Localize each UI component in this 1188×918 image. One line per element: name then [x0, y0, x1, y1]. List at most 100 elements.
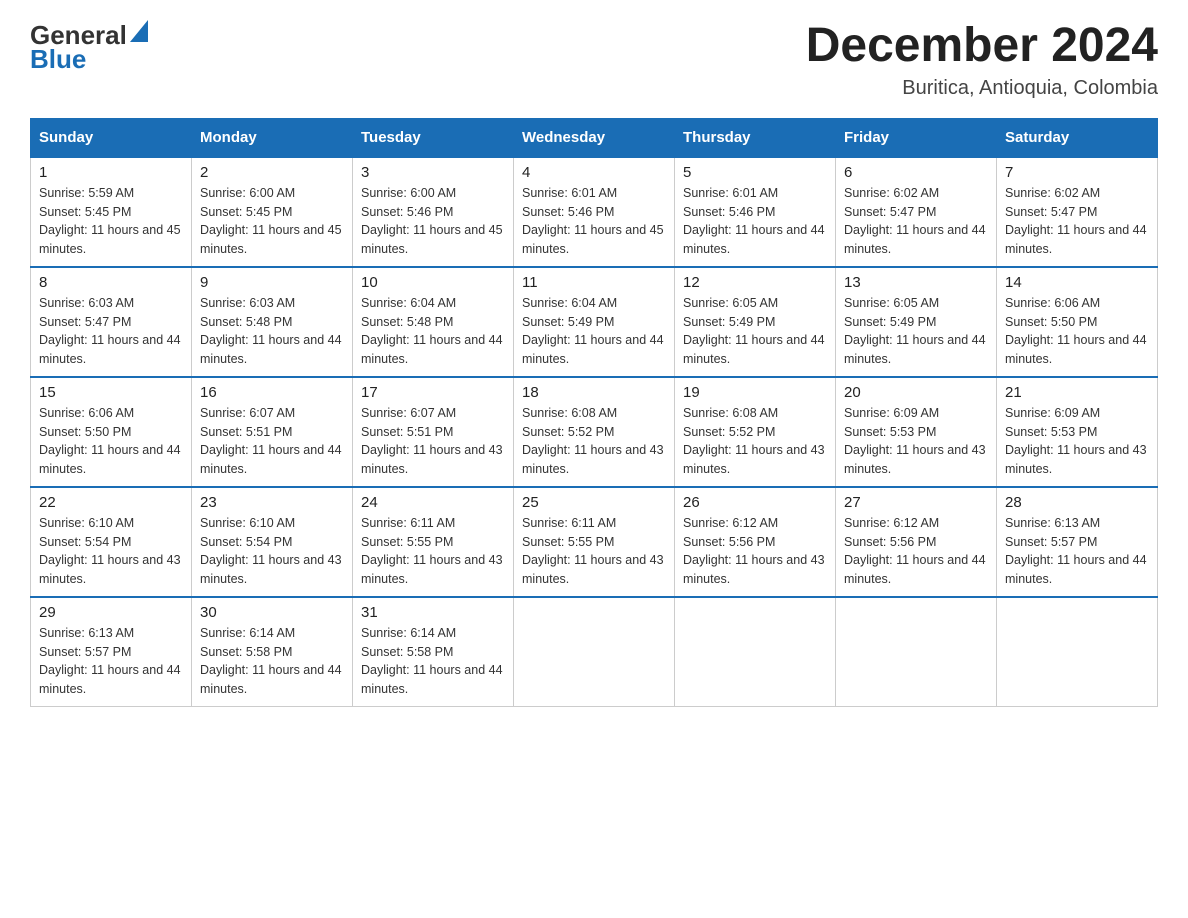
day-info: Sunrise: 6:11 AMSunset: 5:55 PMDaylight:…: [522, 514, 666, 589]
day-info: Sunrise: 6:00 AMSunset: 5:45 PMDaylight:…: [200, 184, 344, 259]
day-number: 18: [522, 384, 666, 401]
calendar-cell: 18 Sunrise: 6:08 AMSunset: 5:52 PMDaylig…: [514, 377, 675, 487]
day-info: Sunrise: 6:04 AMSunset: 5:49 PMDaylight:…: [522, 294, 666, 369]
day-info: Sunrise: 6:13 AMSunset: 5:57 PMDaylight:…: [1005, 514, 1149, 589]
calendar-cell: 1 Sunrise: 5:59 AMSunset: 5:45 PMDayligh…: [31, 157, 192, 267]
day-info: Sunrise: 6:07 AMSunset: 5:51 PMDaylight:…: [200, 404, 344, 479]
calendar-cell: 20 Sunrise: 6:09 AMSunset: 5:53 PMDaylig…: [836, 377, 997, 487]
calendar-cell: [997, 597, 1158, 707]
day-info: Sunrise: 6:00 AMSunset: 5:46 PMDaylight:…: [361, 184, 505, 259]
day-info: Sunrise: 6:08 AMSunset: 5:52 PMDaylight:…: [683, 404, 827, 479]
day-number: 16: [200, 384, 344, 401]
calendar-week-2: 8 Sunrise: 6:03 AMSunset: 5:47 PMDayligh…: [31, 267, 1158, 377]
day-number: 19: [683, 384, 827, 401]
day-number: 13: [844, 274, 988, 291]
calendar-cell: 7 Sunrise: 6:02 AMSunset: 5:47 PMDayligh…: [997, 157, 1158, 267]
day-number: 8: [39, 274, 183, 291]
day-info: Sunrise: 6:12 AMSunset: 5:56 PMDaylight:…: [844, 514, 988, 589]
day-info: Sunrise: 5:59 AMSunset: 5:45 PMDaylight:…: [39, 184, 183, 259]
calendar-cell: 12 Sunrise: 6:05 AMSunset: 5:49 PMDaylig…: [675, 267, 836, 377]
calendar-cell: 25 Sunrise: 6:11 AMSunset: 5:55 PMDaylig…: [514, 487, 675, 597]
calendar-cell: 29 Sunrise: 6:13 AMSunset: 5:57 PMDaylig…: [31, 597, 192, 707]
day-number: 4: [522, 164, 666, 181]
calendar-cell: 22 Sunrise: 6:10 AMSunset: 5:54 PMDaylig…: [31, 487, 192, 597]
day-header-saturday: Saturday: [997, 118, 1158, 157]
day-number: 27: [844, 494, 988, 511]
day-info: Sunrise: 6:07 AMSunset: 5:51 PMDaylight:…: [361, 404, 505, 479]
day-number: 31: [361, 604, 505, 621]
day-number: 21: [1005, 384, 1149, 401]
calendar-cell: 6 Sunrise: 6:02 AMSunset: 5:47 PMDayligh…: [836, 157, 997, 267]
day-number: 12: [683, 274, 827, 291]
day-number: 14: [1005, 274, 1149, 291]
day-number: 28: [1005, 494, 1149, 511]
day-info: Sunrise: 6:05 AMSunset: 5:49 PMDaylight:…: [844, 294, 988, 369]
calendar-cell: 4 Sunrise: 6:01 AMSunset: 5:46 PMDayligh…: [514, 157, 675, 267]
calendar-table: SundayMondayTuesdayWednesdayThursdayFrid…: [30, 118, 1158, 708]
day-number: 11: [522, 274, 666, 291]
day-info: Sunrise: 6:03 AMSunset: 5:47 PMDaylight:…: [39, 294, 183, 369]
calendar-cell: [675, 597, 836, 707]
day-info: Sunrise: 6:12 AMSunset: 5:56 PMDaylight:…: [683, 514, 827, 589]
calendar-cell: 19 Sunrise: 6:08 AMSunset: 5:52 PMDaylig…: [675, 377, 836, 487]
day-number: 9: [200, 274, 344, 291]
day-number: 24: [361, 494, 505, 511]
day-info: Sunrise: 6:01 AMSunset: 5:46 PMDaylight:…: [522, 184, 666, 259]
day-header-friday: Friday: [836, 118, 997, 157]
day-info: Sunrise: 6:06 AMSunset: 5:50 PMDaylight:…: [1005, 294, 1149, 369]
day-number: 25: [522, 494, 666, 511]
day-header-sunday: Sunday: [31, 118, 192, 157]
day-info: Sunrise: 6:13 AMSunset: 5:57 PMDaylight:…: [39, 624, 183, 699]
day-info: Sunrise: 6:09 AMSunset: 5:53 PMDaylight:…: [1005, 404, 1149, 479]
day-info: Sunrise: 6:08 AMSunset: 5:52 PMDaylight:…: [522, 404, 666, 479]
calendar-week-3: 15 Sunrise: 6:06 AMSunset: 5:50 PMDaylig…: [31, 377, 1158, 487]
day-number: 22: [39, 494, 183, 511]
day-header-tuesday: Tuesday: [353, 118, 514, 157]
calendar-cell: 27 Sunrise: 6:12 AMSunset: 5:56 PMDaylig…: [836, 487, 997, 597]
calendar-cell: [836, 597, 997, 707]
day-header-monday: Monday: [192, 118, 353, 157]
page-header: General Blue December 2024 Buritica, Ant…: [30, 20, 1158, 100]
day-info: Sunrise: 6:01 AMSunset: 5:46 PMDaylight:…: [683, 184, 827, 259]
day-number: 7: [1005, 164, 1149, 181]
calendar-title: December 2024: [806, 20, 1158, 73]
day-info: Sunrise: 6:14 AMSunset: 5:58 PMDaylight:…: [200, 624, 344, 699]
day-number: 10: [361, 274, 505, 291]
day-number: 23: [200, 494, 344, 511]
day-header-wednesday: Wednesday: [514, 118, 675, 157]
logo-blue-text: Blue: [30, 46, 86, 72]
day-info: Sunrise: 6:14 AMSunset: 5:58 PMDaylight:…: [361, 624, 505, 699]
calendar-cell: 14 Sunrise: 6:06 AMSunset: 5:50 PMDaylig…: [997, 267, 1158, 377]
day-number: 20: [844, 384, 988, 401]
day-info: Sunrise: 6:03 AMSunset: 5:48 PMDaylight:…: [200, 294, 344, 369]
day-info: Sunrise: 6:10 AMSunset: 5:54 PMDaylight:…: [39, 514, 183, 589]
day-info: Sunrise: 6:02 AMSunset: 5:47 PMDaylight:…: [844, 184, 988, 259]
day-number: 29: [39, 604, 183, 621]
day-info: Sunrise: 6:02 AMSunset: 5:47 PMDaylight:…: [1005, 184, 1149, 259]
calendar-cell: 8 Sunrise: 6:03 AMSunset: 5:47 PMDayligh…: [31, 267, 192, 377]
calendar-header-row: SundayMondayTuesdayWednesdayThursdayFrid…: [31, 118, 1158, 157]
calendar-week-1: 1 Sunrise: 5:59 AMSunset: 5:45 PMDayligh…: [31, 157, 1158, 267]
calendar-cell: [514, 597, 675, 707]
day-info: Sunrise: 6:09 AMSunset: 5:53 PMDaylight:…: [844, 404, 988, 479]
calendar-cell: 5 Sunrise: 6:01 AMSunset: 5:46 PMDayligh…: [675, 157, 836, 267]
calendar-cell: 23 Sunrise: 6:10 AMSunset: 5:54 PMDaylig…: [192, 487, 353, 597]
calendar-cell: 31 Sunrise: 6:14 AMSunset: 5:58 PMDaylig…: [353, 597, 514, 707]
day-info: Sunrise: 6:10 AMSunset: 5:54 PMDaylight:…: [200, 514, 344, 589]
calendar-cell: 28 Sunrise: 6:13 AMSunset: 5:57 PMDaylig…: [997, 487, 1158, 597]
calendar-subtitle: Buritica, Antioquia, Colombia: [806, 77, 1158, 100]
calendar-cell: 26 Sunrise: 6:12 AMSunset: 5:56 PMDaylig…: [675, 487, 836, 597]
day-header-thursday: Thursday: [675, 118, 836, 157]
day-number: 17: [361, 384, 505, 401]
day-info: Sunrise: 6:04 AMSunset: 5:48 PMDaylight:…: [361, 294, 505, 369]
calendar-cell: 3 Sunrise: 6:00 AMSunset: 5:46 PMDayligh…: [353, 157, 514, 267]
day-info: Sunrise: 6:05 AMSunset: 5:49 PMDaylight:…: [683, 294, 827, 369]
calendar-cell: 15 Sunrise: 6:06 AMSunset: 5:50 PMDaylig…: [31, 377, 192, 487]
day-number: 26: [683, 494, 827, 511]
day-number: 30: [200, 604, 344, 621]
day-number: 1: [39, 164, 183, 181]
calendar-cell: 30 Sunrise: 6:14 AMSunset: 5:58 PMDaylig…: [192, 597, 353, 707]
day-number: 2: [200, 164, 344, 181]
calendar-cell: 9 Sunrise: 6:03 AMSunset: 5:48 PMDayligh…: [192, 267, 353, 377]
day-number: 6: [844, 164, 988, 181]
